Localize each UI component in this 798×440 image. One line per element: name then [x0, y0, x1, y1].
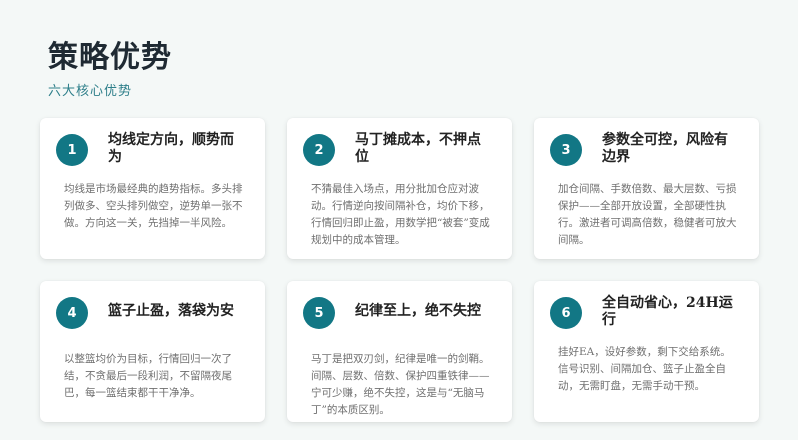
card-description: 挂好EA，设好参数，剩下交给系统。信号识别、间隔加仓、篮子止盈全自动，无需盯盘，… — [558, 346, 731, 392]
number-badge: 2 — [303, 134, 335, 166]
advantage-card-3: 3 参数全可控，风险有边界 加仓间隔、手数倍数、最大层数、亏损保护——全部开放设… — [534, 118, 759, 259]
page-title: 策略优势 — [48, 40, 172, 75]
number-badge: 1 — [56, 134, 88, 166]
number-badge: 3 — [550, 134, 582, 166]
card-description: 加仓间隔、手数倍数、最大层数、亏损保护——全部开放设置，全部硬性执行。激进者可调… — [558, 183, 737, 246]
page-subtitle: 六大核心优势 — [48, 84, 133, 99]
card-title: 马丁摊成本，不押点位 — [355, 132, 481, 165]
number-badge: 5 — [303, 297, 335, 329]
advantages-grid: 1 均线定方向，顺势而为 均线是市场最经典的趋势指标。多头排列做多、空头排列做空… — [40, 118, 760, 422]
card-title: 全自动省心，24H运行 — [602, 295, 733, 328]
card-title: 纪律至上，绝不失控 — [355, 303, 481, 319]
advantage-card-6: 6 全自动省心，24H运行 挂好EA，设好参数，剩下交给系统。信号识别、间隔加仓… — [534, 281, 759, 422]
advantage-card-4: 4 篮子止盈，落袋为安 以整篮均价为目标，行情回归一次了结，不贪最后一段利润，不… — [40, 281, 265, 422]
card-description: 均线是市场最经典的趋势指标。多头排列做多、空头排列做空，逆势单一张不做。方向这一… — [64, 183, 243, 229]
advantage-card-5: 5 纪律至上，绝不失控 马丁是把双刃剑，纪律是唯一的剑鞘。间隔、层数、倍数、保护… — [287, 281, 512, 422]
advantage-card-1: 1 均线定方向，顺势而为 均线是市场最经典的趋势指标。多头排列做多、空头排列做空… — [40, 118, 265, 259]
number-badge: 6 — [550, 297, 582, 329]
card-title: 篮子止盈，落袋为安 — [108, 303, 234, 319]
card-description: 不猜最佳入场点，用分批加仓应对波动。行情逆向按间隔补仓，均价下移，行情回归即止盈… — [311, 183, 490, 246]
card-title: 参数全可控，风险有边界 — [602, 132, 728, 165]
card-description: 以整篮均价为目标，行情回归一次了结，不贪最后一段利润，不留隔夜尾巴，每一篮结束都… — [64, 353, 232, 399]
advantage-card-2: 2 马丁摊成本，不押点位 不猜最佳入场点，用分批加仓应对波动。行情逆向按间隔补仓… — [287, 118, 512, 259]
card-description: 马丁是把双刃剑，纪律是唯一的剑鞘。间隔、层数、倍数、保护四重铁律——宁可少赚，绝… — [311, 353, 490, 416]
card-title: 均线定方向，顺势而为 — [108, 132, 234, 165]
number-badge: 4 — [56, 297, 88, 329]
